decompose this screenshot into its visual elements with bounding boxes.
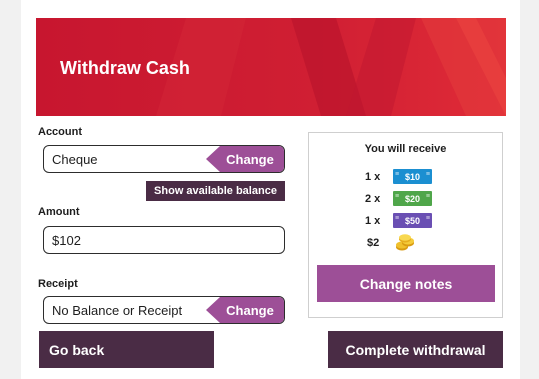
account-change-button[interactable]: Change	[206, 146, 284, 172]
complete-withdrawal-button[interactable]: Complete withdrawal	[328, 331, 503, 368]
coin-amount: $2	[367, 237, 380, 249]
amount-value: $102	[52, 233, 81, 248]
account-value: Cheque	[52, 152, 98, 167]
amount-label: Amount	[38, 206, 80, 218]
receive-panel: You will receive 1 x $10 2 x $20 1 x $50…	[308, 132, 503, 318]
note-qty: 2 x	[365, 193, 381, 205]
show-balance-button[interactable]: Show available balance	[146, 181, 285, 201]
withdraw-card: Withdraw Cash Account Cheque Change Show…	[21, 0, 520, 379]
note-qty: 1 x	[365, 215, 381, 227]
page-title: Withdraw Cash	[60, 58, 190, 78]
receipt-value: No Balance or Receipt	[52, 303, 183, 318]
coins-icon	[396, 234, 414, 251]
receipt-field[interactable]: No Balance or Receipt Change	[43, 296, 285, 324]
receive-title: You will receive	[364, 143, 447, 155]
change-notes-button[interactable]: Change notes	[317, 265, 495, 302]
header-banner: Withdraw Cash	[36, 18, 506, 116]
receipt-label: Receipt	[38, 278, 78, 290]
go-back-button[interactable]: Go back	[39, 331, 214, 368]
banknote-icon: $50	[393, 213, 432, 228]
account-label: Account	[38, 126, 82, 138]
banknote-icon: $20	[393, 191, 432, 206]
amount-input[interactable]: $102	[43, 226, 285, 254]
note-qty: 1 x	[365, 171, 381, 183]
receipt-change-button[interactable]: Change	[206, 297, 284, 323]
banknote-icon: $10	[393, 169, 432, 184]
account-field[interactable]: Cheque Change	[43, 145, 285, 173]
